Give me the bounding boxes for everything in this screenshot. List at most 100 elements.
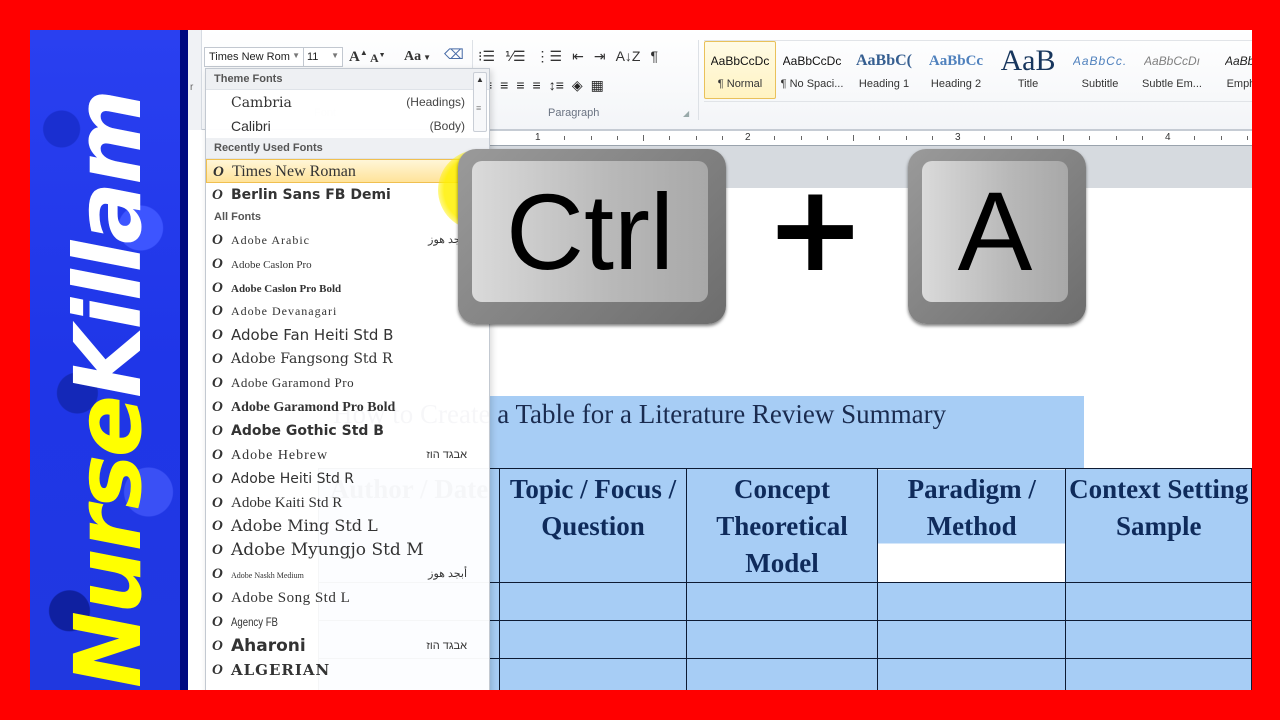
- table-cell[interactable]: [686, 658, 878, 690]
- font-list-item[interactable]: O Adobe Ming Std L: [206, 514, 489, 538]
- font-list-item[interactable]: O ALGERIAN: [206, 658, 489, 682]
- font-list-item[interactable]: O Adobe Song Std L: [206, 586, 489, 610]
- font-name: Adobe Hebrew: [231, 447, 329, 463]
- shrink-font-button[interactable]: A▼: [370, 52, 386, 65]
- opentype-icon: O: [212, 566, 223, 583]
- font-list-item[interactable]: O Adobe Heiti Std R: [206, 467, 489, 491]
- font-list-item[interactable]: O Adobe Myungjo Std M: [206, 538, 489, 562]
- table-header-cell[interactable]: Concept Theoretical Model: [686, 468, 878, 583]
- table-cell[interactable]: [498, 582, 688, 621]
- style-normal[interactable]: AaBbCcDc ¶ Normal: [704, 41, 776, 99]
- font-name-combobox[interactable]: Times New Rom ▼: [204, 47, 304, 67]
- show-marks-button[interactable]: ¶: [650, 48, 658, 65]
- grow-font-button[interactable]: A▲: [349, 49, 368, 65]
- shading-button[interactable]: ◈: [572, 77, 583, 94]
- borders-button[interactable]: ▦: [591, 77, 604, 94]
- decrease-indent-button[interactable]: ⇤: [572, 48, 584, 65]
- ruler-tick: [1141, 136, 1143, 140]
- table-cell[interactable]: [498, 620, 688, 659]
- ruler-tick: [721, 136, 723, 140]
- scroll-up-icon[interactable]: ▲: [476, 75, 484, 84]
- style-no-spaci[interactable]: AaBbCcDc ¶ No Spaci...: [776, 41, 848, 99]
- theme-font-item[interactable]: Calibri (Body): [206, 114, 489, 138]
- opentype-icon: O: [212, 351, 223, 368]
- justify-button[interactable]: ≡: [533, 77, 541, 94]
- theme-font-item[interactable]: Cambria (Headings): [206, 90, 489, 114]
- font-list-item[interactable]: O Adobe Caslon Pro Bold: [206, 276, 489, 300]
- table-header-cell[interactable]: Context Setting Sample: [1065, 468, 1252, 583]
- table-cell[interactable]: [1065, 658, 1252, 690]
- chevron-down-icon: ▼: [331, 51, 339, 60]
- opentype-icon: O: [212, 637, 223, 654]
- table-cell[interactable]: [876, 582, 1067, 621]
- font-list-item[interactable]: O Adobe Arabic أبجد هوز: [206, 228, 489, 252]
- line-spacing-button[interactable]: ↕≡: [549, 77, 564, 94]
- opentype-icon: O: [212, 255, 223, 272]
- dialog-launcher-icon[interactable]: ◢: [683, 109, 689, 118]
- table-cell[interactable]: [1065, 582, 1252, 621]
- table-cell[interactable]: [876, 658, 1067, 690]
- font-list-item[interactable]: O Adobe Devanagari: [206, 299, 489, 323]
- font-size-combobox[interactable]: 11 ▼: [303, 47, 343, 67]
- theme-fonts-list: Cambria (Headings) Calibri (Body): [206, 90, 489, 138]
- table-cell[interactable]: [686, 582, 878, 621]
- table-cell[interactable]: [686, 620, 878, 659]
- font-list-item[interactable]: O Aharoni אבגד הוז: [206, 634, 489, 658]
- font-name: Adobe Arabic: [231, 232, 310, 247]
- style-subtle-em[interactable]: AaBbCcDı Subtle Em...: [1136, 41, 1208, 99]
- font-name: Berlin Sans FB Demi: [231, 186, 391, 203]
- font-list-item[interactable]: O Adobe Hebrew אבגד הוז: [206, 443, 489, 467]
- font-list-item[interactable]: O Adobe Naskh Medium أبجد هوز: [206, 562, 489, 586]
- bullets-button[interactable]: ⁝☰: [478, 48, 495, 65]
- ruler-number: 4: [1165, 132, 1171, 143]
- ruler-tick: [1194, 136, 1196, 140]
- sort-button[interactable]: A↓Z: [616, 48, 641, 65]
- style-preview: AaB: [1000, 50, 1056, 72]
- style-preview: AaBbCc.: [1072, 54, 1128, 68]
- clear-formatting-icon[interactable]: ⌫: [444, 47, 464, 61]
- font-list-item[interactable]: O Adobe Fangsong Std R: [206, 347, 489, 371]
- style-subtitle[interactable]: AaBbCc. Subtitle: [1064, 41, 1136, 99]
- numbering-button[interactable]: ⅟☰: [505, 48, 526, 65]
- multilevel-list-button[interactable]: ⋮☰: [536, 48, 563, 65]
- style-label: Heading 1: [858, 78, 910, 90]
- font-list-item[interactable]: O Adobe Gothic Std B: [206, 419, 489, 443]
- table-cell[interactable]: [1065, 620, 1252, 659]
- font-name: Adobe Heiti Std R: [231, 470, 355, 487]
- font-list-item[interactable]: O Adobe Kaiti Std R: [206, 491, 489, 515]
- font-list-item[interactable]: O Agency FB: [206, 610, 489, 634]
- opentype-icon: O: [212, 494, 223, 511]
- font-list-item[interactable]: O Adobe Garamond Pro: [206, 371, 489, 395]
- horizontal-ruler[interactable]: 1 2 3 4: [488, 130, 1252, 146]
- style-heading-1[interactable]: AaBbC(Heading 1: [848, 41, 920, 99]
- increase-indent-button[interactable]: ⇥: [594, 48, 606, 65]
- style-empha[interactable]: AaBbC Empha: [1208, 41, 1252, 99]
- ruler-tick: [826, 136, 828, 140]
- table-cell[interactable]: [876, 620, 1067, 659]
- font-role: (Body): [429, 119, 465, 133]
- style-preview: AaBbC: [1224, 54, 1252, 68]
- font-dropdown-list[interactable]: ▲ ≡ Theme Fonts Cambria (Headings) Calibri…: [205, 68, 490, 690]
- style-label: Heading 2: [930, 78, 982, 90]
- opentype-icon: O: [213, 164, 224, 180]
- table-header-cell[interactable]: Topic / Focus / Question: [498, 468, 688, 583]
- change-case-button[interactable]: Aa ▼: [404, 50, 431, 64]
- font-name: Adobe Caslon Pro Bold: [231, 282, 342, 295]
- table-cell[interactable]: [498, 658, 688, 690]
- paragraph-toolbar-row1: ⁝☰ ⅟☰ ⋮☰ ⇤ ⇥ A↓Z ¶: [478, 48, 658, 65]
- opentype-icon: O: [212, 518, 223, 535]
- style-heading-2[interactable]: AaBbCc Heading 2: [920, 41, 992, 99]
- font-sample-text: אבגד הוז: [426, 639, 467, 652]
- paragraph-toolbar-row2: ≡ ≡ ≡ ≡ ↕≡ ◈ ▦: [484, 77, 604, 94]
- ruler-tick: [879, 136, 881, 140]
- align-center-button[interactable]: ≡: [500, 77, 508, 94]
- opentype-icon: O: [212, 375, 223, 392]
- table-header-cell[interactable]: Paradigm / Method: [876, 468, 1067, 583]
- align-right-button[interactable]: ≡: [516, 77, 524, 94]
- font-list-item[interactable]: O Adobe Fan Heiti Std B: [206, 323, 489, 347]
- font-list-item[interactable]: O Adobe Garamond Pro Bold: [206, 395, 489, 419]
- ruler-tick: [1246, 136, 1248, 140]
- style-title[interactable]: AaB Title: [992, 41, 1064, 99]
- font-list-item[interactable]: O Adobe Caslon Pro: [206, 252, 489, 276]
- font-name: Aharoni: [231, 635, 306, 656]
